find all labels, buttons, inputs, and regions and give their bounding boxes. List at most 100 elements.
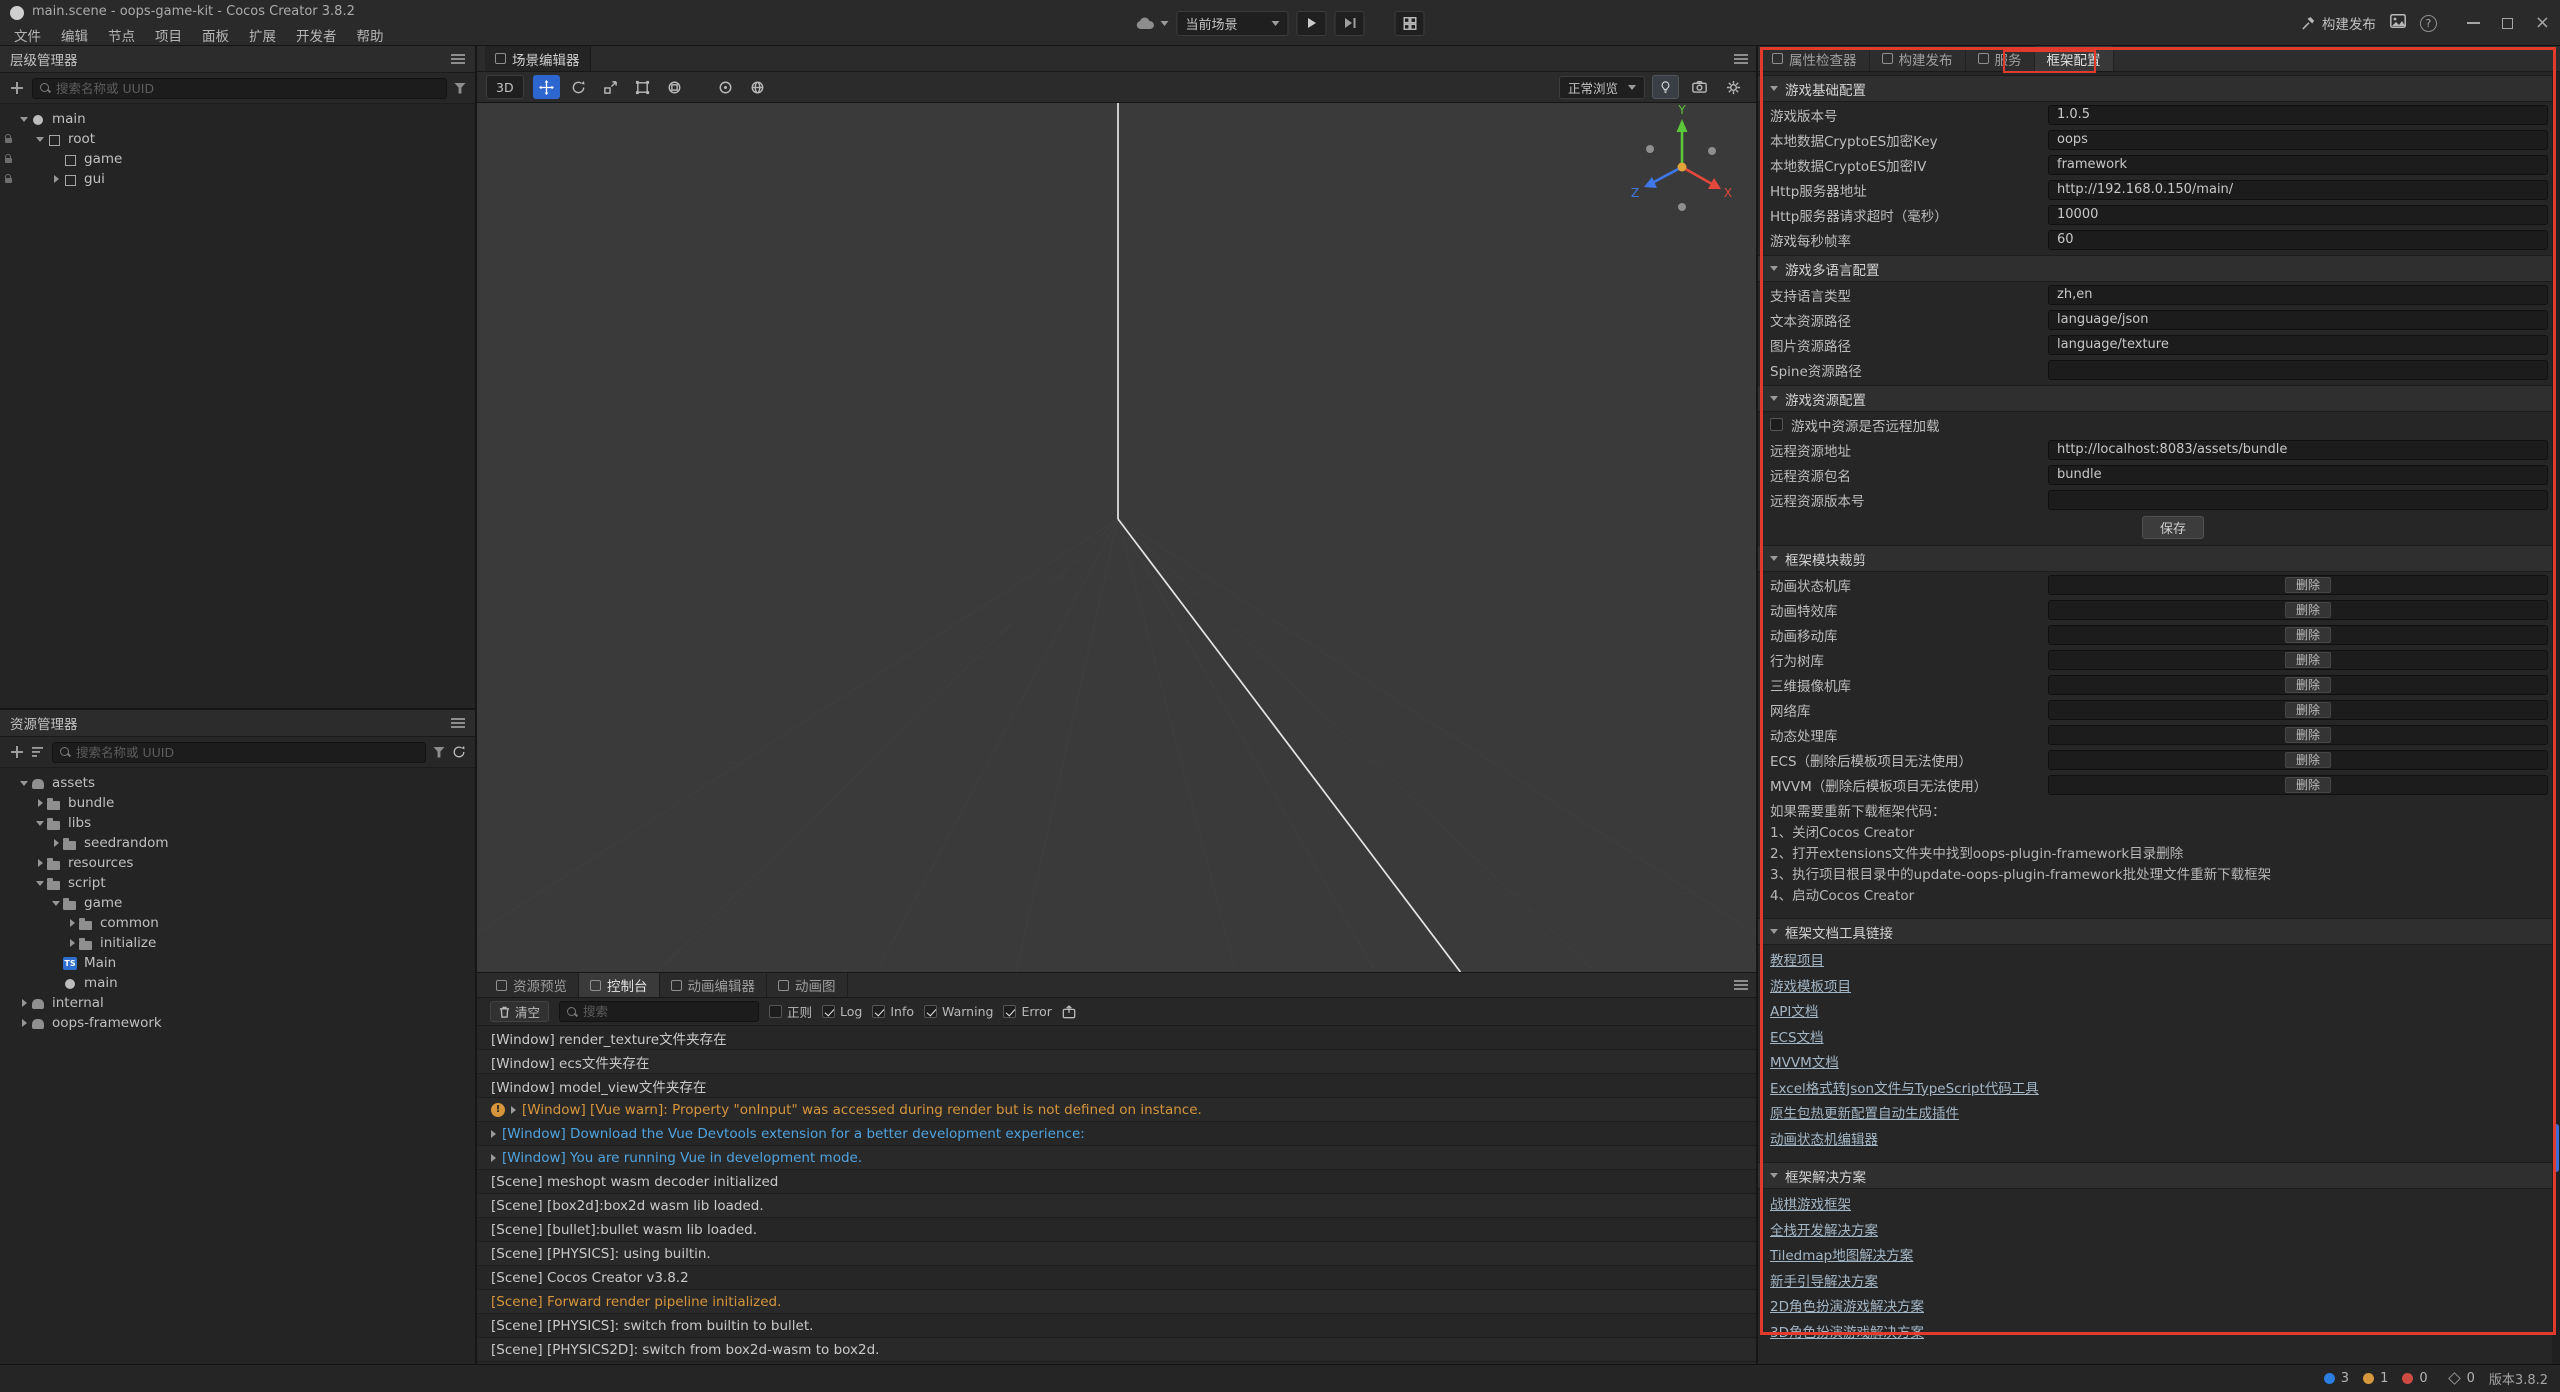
expand-arrow-icon[interactable] — [66, 917, 79, 929]
pivot-toggle-button[interactable] — [712, 75, 739, 99]
task-queue-icon[interactable] — [2448, 1372, 2461, 1385]
delete-module-button[interactable]: 删除 — [2285, 702, 2331, 718]
asset-node-row[interactable]: common — [0, 913, 475, 933]
info-count-icon[interactable] — [2324, 1373, 2335, 1384]
expand-arrow-icon[interactable] — [50, 977, 63, 989]
step-button[interactable] — [1335, 11, 1365, 36]
expand-arrow-icon[interactable] — [18, 113, 31, 125]
asset-node-row[interactable]: libs — [0, 813, 475, 833]
delete-module-button[interactable]: 删除 — [2285, 752, 2331, 768]
rect-tool-button[interactable] — [629, 75, 656, 99]
console-log-row[interactable]: [Window] render_texture文件夹存在 — [477, 1026, 1756, 1050]
create-node-button[interactable] — [9, 80, 25, 96]
menu-item[interactable]: 节点 — [98, 23, 145, 47]
log-filter-checkbox[interactable]: Warning — [924, 1004, 993, 1019]
doc-link[interactable]: 游戏模板项目 — [1770, 975, 2548, 1001]
console-log-row[interactable]: [Scene] [PHYSICS]: using builtin. — [477, 1242, 1756, 1266]
console-log-row[interactable]: [Window] ecs文件夹存在 — [477, 1050, 1756, 1074]
move-tool-button[interactable] — [533, 75, 560, 99]
console-log-row[interactable]: [Scene] [bullet]:bullet wasm lib loaded. — [477, 1218, 1756, 1242]
console-log-row[interactable]: [Window] You are running Vue in developm… — [477, 1146, 1756, 1170]
asset-node-row[interactable]: internal — [0, 993, 475, 1013]
filter-icon[interactable] — [454, 83, 466, 94]
delete-module-button[interactable]: 删除 — [2285, 727, 2331, 743]
expand-arrow-icon[interactable] — [50, 173, 63, 185]
section-header[interactable]: 框架文档工具链接 — [1758, 918, 2560, 945]
doc-link[interactable]: ECS文档 — [1770, 1026, 2548, 1052]
inspector-scrollbar[interactable] — [2552, 72, 2560, 1364]
assets-search[interactable] — [52, 742, 426, 763]
close-button[interactable] — [2535, 14, 2550, 32]
view-mode-dropdown[interactable]: 正常浏览 — [1559, 76, 1645, 99]
menu-item[interactable]: 面板 — [192, 23, 239, 47]
asset-node-row[interactable]: seedrandom — [0, 833, 475, 853]
expand-arrow-icon[interactable] — [50, 957, 63, 969]
panel-menu-icon[interactable] — [1734, 980, 1748, 990]
hierarchy-node-row[interactable]: gui — [0, 169, 475, 189]
scene-light-toggle[interactable] — [1652, 75, 1679, 99]
property-input[interactable] — [2048, 360, 2548, 380]
expand-arrow-icon[interactable] — [18, 997, 31, 1009]
bottom-panel-tab[interactable]: 控制台 — [579, 973, 660, 997]
scene-select-dropdown[interactable]: 当前场景 — [1177, 11, 1289, 36]
property-input[interactable] — [2048, 310, 2548, 330]
panel-menu-icon[interactable] — [451, 54, 465, 64]
expand-arrow-icon[interactable] — [34, 857, 47, 869]
expand-arrow-icon[interactable] — [18, 777, 31, 789]
expand-arrow-icon[interactable] — [34, 797, 47, 809]
rotate-tool-button[interactable] — [565, 75, 592, 99]
save-button[interactable]: 保存 — [2142, 516, 2204, 539]
console-log-row[interactable]: [Scene] [PHYSICS]: switch from builtin t… — [477, 1314, 1756, 1338]
refresh-icon[interactable] — [452, 745, 466, 759]
sort-assets-icon[interactable] — [32, 746, 45, 758]
menu-item[interactable]: 帮助 — [347, 23, 394, 47]
console-search-input[interactable] — [583, 1004, 752, 1019]
layout-grid-button[interactable] — [1395, 11, 1425, 36]
solution-link[interactable]: Tiledmap地图解决方案 — [1770, 1244, 2548, 1270]
asset-node-row[interactable]: main — [0, 973, 475, 993]
hierarchy-node-row[interactable]: root — [0, 129, 475, 149]
expand-arrow-icon[interactable] — [34, 877, 47, 889]
delete-module-button[interactable]: 删除 — [2285, 677, 2331, 693]
expand-arrow-icon[interactable] — [491, 1154, 496, 1162]
delete-module-button[interactable]: 删除 — [2285, 602, 2331, 618]
remote-load-row[interactable]: 游戏中资源是否远程加载 — [1758, 412, 2560, 437]
console-log-row[interactable]: [Scene] [box2d]:box2d wasm lib loaded. — [477, 1194, 1756, 1218]
asset-node-row[interactable]: resources — [0, 853, 475, 873]
doc-link[interactable]: 原生包热更新配置自动生成插件 — [1770, 1102, 2548, 1128]
section-header[interactable]: 框架解决方案 — [1758, 1162, 2560, 1189]
property-input[interactable] — [2048, 490, 2548, 510]
hierarchy-node-row[interactable]: game — [0, 149, 475, 169]
property-input[interactable] — [2048, 155, 2548, 175]
build-publish-button[interactable]: 构建发布 — [2301, 13, 2376, 33]
expand-arrow-icon[interactable] — [34, 133, 47, 145]
asset-node-row[interactable]: initialize — [0, 933, 475, 953]
doc-link[interactable]: Excel格式转Json文件与TypeScript代码工具 — [1770, 1077, 2548, 1103]
doc-link[interactable]: API文档 — [1770, 1000, 2548, 1026]
hierarchy-node-row[interactable]: main — [0, 109, 475, 129]
tab-scene-editor[interactable]: 场景编辑器 — [485, 46, 591, 71]
console-log-row[interactable]: [Scene] Cocos Creator v3.8.2 — [477, 1266, 1756, 1290]
delete-module-button[interactable]: 删除 — [2285, 577, 2331, 593]
property-input[interactable] — [2048, 440, 2548, 460]
toggle-3d-button[interactable]: 3D — [486, 75, 524, 99]
scale-tool-button[interactable] — [597, 75, 624, 99]
section-header[interactable]: 框架模块裁剪 — [1758, 545, 2560, 572]
delete-module-button[interactable]: 删除 — [2285, 627, 2331, 643]
lock-icon[interactable] — [5, 178, 12, 183]
expand-arrow-icon[interactable] — [491, 1130, 496, 1138]
hierarchy-search[interactable] — [32, 78, 447, 99]
log-filter-checkbox[interactable]: Error — [1003, 1004, 1051, 1019]
solution-link[interactable]: 新手引导解决方案 — [1770, 1270, 2548, 1296]
clear-console-button[interactable]: 清空 — [490, 1001, 549, 1022]
section-header[interactable]: 游戏基础配置 — [1758, 75, 2560, 102]
screenshot-button[interactable] — [2390, 14, 2406, 32]
property-input[interactable] — [2048, 465, 2548, 485]
asset-node-row[interactable]: script — [0, 873, 475, 893]
expand-arrow-icon[interactable] — [511, 1106, 516, 1114]
log-filter-checkbox[interactable]: Info — [872, 1004, 914, 1019]
inspector-tab[interactable]: 构建发布 — [1870, 46, 1966, 71]
warning-count-icon[interactable] — [2363, 1373, 2374, 1384]
hierarchy-search-input[interactable] — [56, 81, 440, 96]
property-input[interactable] — [2048, 230, 2548, 250]
